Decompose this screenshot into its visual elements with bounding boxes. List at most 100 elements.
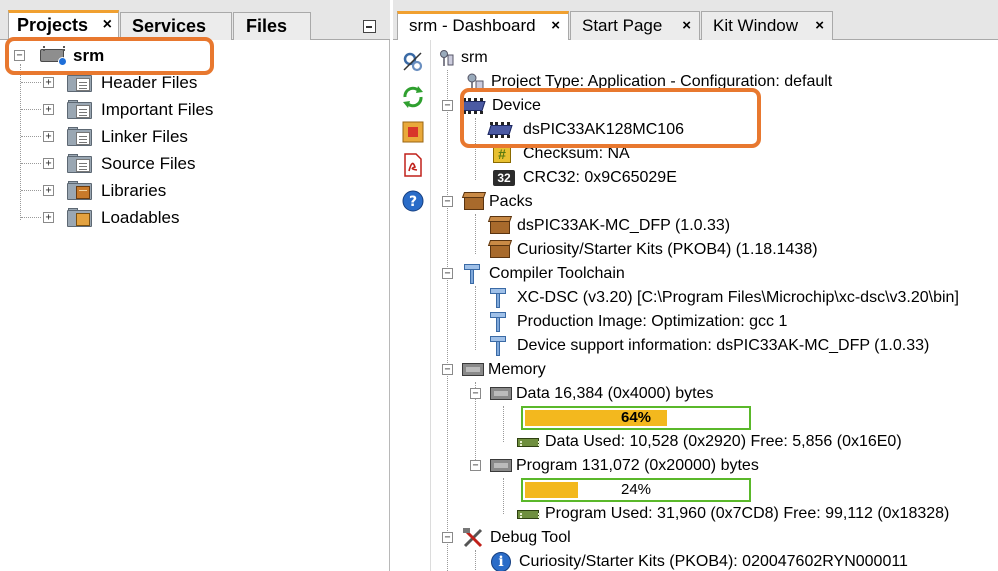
tree-connector <box>21 109 41 110</box>
tree-item-label: Header Files <box>101 73 198 92</box>
folder-icon <box>67 154 92 173</box>
tree-item-loadables[interactable]: + Loadables <box>0 204 390 231</box>
tree-guide <box>475 550 476 571</box>
pdf-icon[interactable] <box>401 153 425 177</box>
tree-item-label: Libraries <box>101 181 167 200</box>
collapse-icon[interactable]: − <box>442 196 453 207</box>
collapse-icon[interactable]: − <box>442 100 453 111</box>
project-type-label: Project Type: Application - Configuratio… <box>491 73 833 90</box>
tab-dashboard-label: srm - Dashboard <box>409 16 536 35</box>
tree-guide <box>503 406 504 442</box>
tree-item-header-files[interactable]: + Header Files <box>0 69 390 96</box>
tab-start-page-label: Start Page <box>582 16 663 35</box>
stop-icon[interactable] <box>401 120 425 144</box>
help-icon[interactable]: ? <box>401 189 425 213</box>
collapse-icon[interactable]: − <box>442 532 453 543</box>
debug-tool-item-label: Curiosity/Starter Kits (PKOB4): 02004760… <box>519 553 908 570</box>
left-tab-bar: Projects × Services Files <box>0 0 390 40</box>
tools-icon <box>463 528 483 548</box>
tree-connector <box>21 136 41 137</box>
collapse-icon[interactable]: − <box>470 460 481 471</box>
tree-item-label: Loadables <box>101 208 180 227</box>
dashboard-tree: srm Project Type: Application - Configur… <box>431 40 998 571</box>
memory-label: Memory <box>488 361 546 378</box>
project-node-srm[interactable]: − srm <box>0 42 390 69</box>
folder-icon <box>67 127 92 146</box>
hammer-icon <box>489 287 509 309</box>
collapse-icon[interactable]: − <box>442 268 453 279</box>
project-name: srm <box>73 46 105 65</box>
tree-item-label: Important Files <box>101 100 214 119</box>
collapse-icon[interactable]: − <box>470 388 481 399</box>
pin-icon <box>440 50 454 66</box>
tree-item-libraries[interactable]: + Libraries <box>0 177 390 204</box>
expand-icon[interactable]: + <box>43 131 54 142</box>
settings-icon[interactable] <box>401 50 425 74</box>
library-folder-icon <box>67 181 92 200</box>
loadables-folder-icon <box>67 208 92 227</box>
expand-icon[interactable]: + <box>43 158 54 169</box>
memory-icon <box>490 385 514 401</box>
editor-tab-bar: srm - Dashboard × Start Page × Kit Windo… <box>393 0 998 40</box>
tree-item-important-files[interactable]: + Important Files <box>0 96 390 123</box>
tab-services-label: Services <box>132 16 207 36</box>
tab-files[interactable]: Files <box>233 12 311 40</box>
package-icon <box>461 192 487 211</box>
chip-icon <box>487 122 513 138</box>
memory-icon <box>462 361 486 377</box>
memory-module-icon <box>517 435 540 449</box>
tab-kit-window[interactable]: Kit Window × <box>701 11 833 40</box>
expand-icon[interactable]: + <box>43 185 54 196</box>
pin-icon <box>467 73 484 91</box>
dashboard-toolbar: ? <box>393 40 431 571</box>
tab-kit-window-label: Kit Window <box>713 16 799 35</box>
chip-icon <box>460 98 486 114</box>
collapse-icon[interactable]: − <box>14 50 25 61</box>
tab-dashboard[interactable]: srm - Dashboard × <box>397 11 569 40</box>
debug-tool-label: Debug Tool <box>490 529 571 546</box>
program-usage-percent: 24% <box>620 481 652 498</box>
tree-guide <box>503 478 504 514</box>
tree-guide <box>475 286 476 350</box>
tab-projects-close-icon[interactable]: × <box>103 13 112 37</box>
tab-projects-label: Projects <box>17 15 89 35</box>
compiler-item-label: Production Image: Optimization: gcc 1 <box>517 313 788 330</box>
compiler-item-label: Device support information: dsPIC33AK-MC… <box>517 337 930 354</box>
collapse-icon[interactable]: − <box>442 364 453 375</box>
program-used-label: Program Used: 31,960 (0x7CD8) Free: 99,1… <box>545 505 950 522</box>
tab-kit-window-close-icon[interactable]: × <box>815 12 824 40</box>
tab-services[interactable]: Services <box>120 12 232 40</box>
tree-item-label: Linker Files <box>101 127 188 146</box>
info-icon: i <box>491 552 511 571</box>
tab-projects[interactable]: Projects × <box>8 10 119 39</box>
tab-start-page[interactable]: Start Page × <box>570 11 700 40</box>
dashboard-panel: srm - Dashboard × Start Page × Kit Windo… <box>393 0 998 571</box>
tab-start-page-close-icon[interactable]: × <box>682 12 691 40</box>
tree-guide <box>475 118 476 180</box>
tree-item-source-files[interactable]: + Source Files <box>0 150 390 177</box>
pack-item-label: Curiosity/Starter Kits (PKOB4) (1.18.143… <box>517 241 818 258</box>
hammer-icon <box>489 311 509 333</box>
checksum-icon: # <box>493 145 511 163</box>
checksum-label: Checksum: NA <box>523 145 630 162</box>
package-icon <box>487 240 513 259</box>
tree-guide <box>475 214 476 254</box>
tree-connector <box>21 163 41 164</box>
hammer-icon <box>489 335 509 357</box>
tab-dashboard-close-icon[interactable]: × <box>551 14 560 38</box>
tree-item-linker-files[interactable]: + Linker Files <box>0 123 390 150</box>
expand-icon[interactable]: + <box>43 104 54 115</box>
expand-icon[interactable]: + <box>43 212 54 223</box>
data-usage-percent: 64% <box>620 409 652 426</box>
refresh-icon[interactable] <box>401 85 425 109</box>
svg-text:?: ? <box>409 194 417 210</box>
device-label: Device <box>492 97 541 114</box>
folder-icon <box>67 73 92 92</box>
tree-item-label: Source Files <box>101 154 196 173</box>
expand-icon[interactable]: + <box>43 77 54 88</box>
program-usage-progress: 24% <box>521 478 751 502</box>
compiler-item-label: XC-DSC (v3.20) [C:\Program Files\Microch… <box>517 289 959 306</box>
data-memory-label: Data 16,384 (0x4000) bytes <box>516 385 714 402</box>
minimize-icon[interactable] <box>363 20 376 33</box>
root-label: srm <box>461 49 488 66</box>
